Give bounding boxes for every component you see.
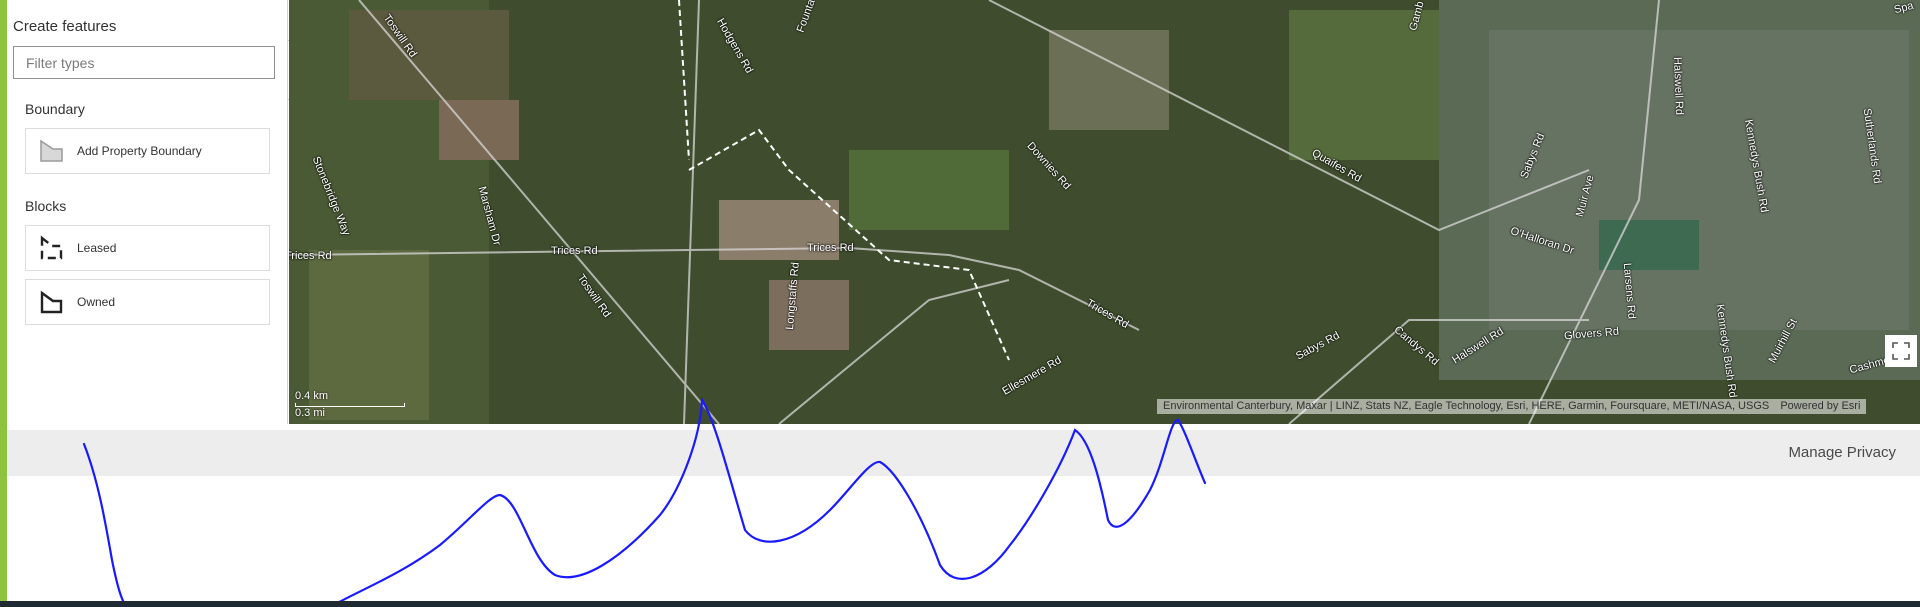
feature-label: Leased — [77, 241, 117, 255]
road-label: Trices Rd — [551, 245, 598, 257]
fullscreen-button[interactable] — [1885, 335, 1917, 367]
filter-types-input[interactable] — [13, 46, 275, 79]
map-scale: 0.4 km 0.3 mi — [295, 390, 405, 419]
privacy-bar: Manage Privacy — [7, 430, 1920, 476]
polygon-outline-icon — [37, 288, 65, 316]
left-accent-rail — [0, 0, 7, 607]
expand-icon — [1892, 342, 1910, 360]
road-label: Halswell Rd — [1671, 56, 1686, 116]
group-title-blocks: Blocks — [25, 198, 67, 214]
scale-mi: 0.3 mi — [295, 407, 325, 419]
leased-button[interactable]: Leased — [25, 225, 270, 271]
add-property-boundary-button[interactable]: Add Property Boundary — [25, 128, 270, 174]
taskbar-edge — [0, 601, 1920, 607]
feature-label: Add Property Boundary — [77, 144, 202, 158]
satellite-map[interactable]: Toswill Rd Hodgens Rd Founta Downies Rd … — [289, 0, 1920, 424]
owned-button[interactable]: Owned — [25, 279, 270, 325]
map-attribution[interactable]: Environmental Canterbury, Maxar | LINZ, … — [1157, 399, 1867, 414]
scale-km: 0.4 km — [295, 390, 329, 402]
dashed-polygon-icon — [37, 234, 65, 262]
attribution-text: Environmental Canterbury, Maxar | LINZ, … — [1163, 400, 1770, 412]
road-label: Trices Rd — [807, 242, 854, 254]
feature-label: Owned — [77, 295, 116, 309]
manage-privacy-link[interactable]: Manage Privacy — [1788, 444, 1896, 461]
polygon-icon — [37, 137, 65, 165]
group-title-boundary: Boundary — [25, 101, 85, 117]
panel-title: Create features — [13, 18, 117, 35]
create-features-panel: Create features Boundary Add Property Bo… — [7, 0, 288, 424]
road-label: Trices Rd — [289, 250, 332, 262]
powered-by-esri: Powered by Esri — [1780, 400, 1861, 412]
